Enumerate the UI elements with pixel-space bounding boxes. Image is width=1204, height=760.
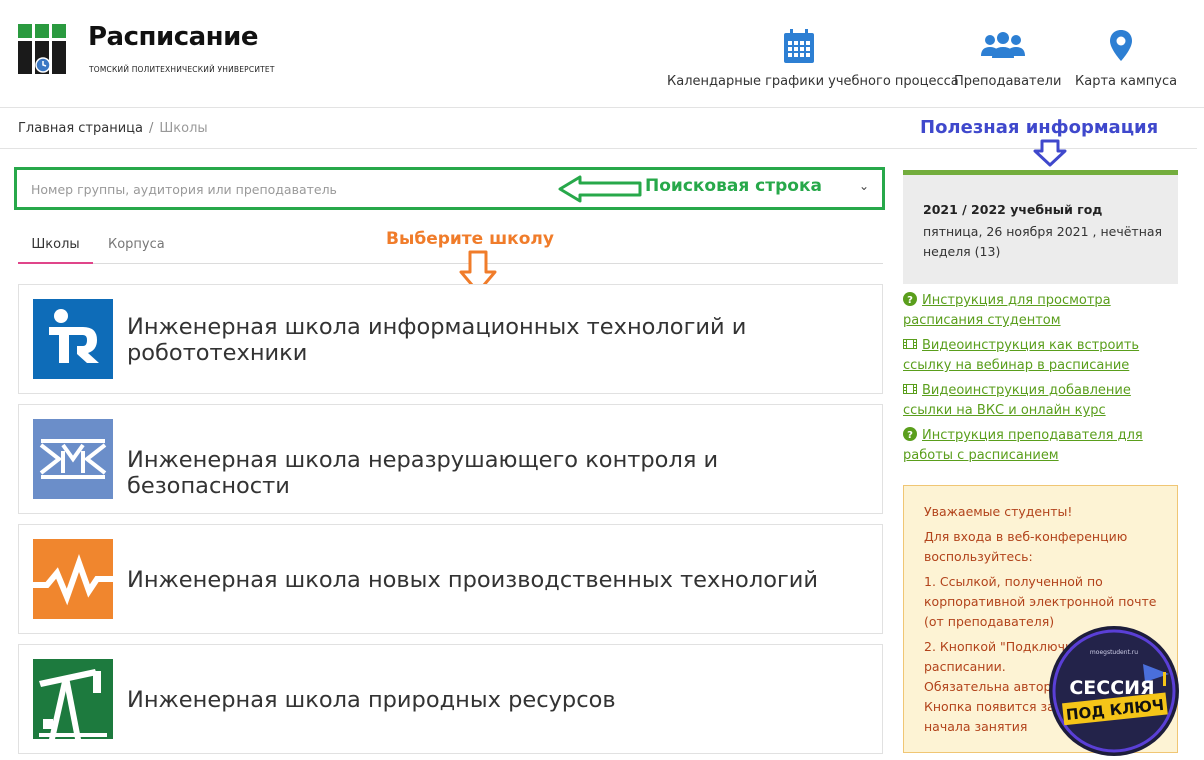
session-badge-logo-icon: moegstudent.ru СЕССИЯ ПОД КЛЮЧ: [1049, 626, 1179, 756]
school-name[interactable]: Инженерная школа неразрушающего контроля…: [127, 447, 882, 499]
search-annotation: Поисковая строка: [645, 176, 822, 196]
users-icon: [980, 32, 1025, 58]
choose-school-annotation: Выберите школу: [386, 229, 554, 249]
school-ndt-logo-icon: [33, 419, 113, 499]
calendar-icon: [784, 29, 814, 63]
school-name[interactable]: Инженерная школа новых производственных …: [127, 567, 818, 593]
question-circle-icon: ?: [903, 292, 917, 306]
link-student-instruction[interactable]: ? Инструкция для просмотра расписания сту…: [903, 291, 1183, 331]
school-natural-resources-logo-icon: [33, 659, 113, 739]
question-circle-icon: ?: [903, 427, 917, 441]
divider: [0, 148, 1197, 149]
svg-text:?: ?: [907, 430, 913, 441]
video-film-icon: [903, 384, 917, 394]
link-video-vks[interactable]: Видеоинструкция добавление ссылки на ВКС…: [903, 381, 1183, 421]
link-label[interactable]: Инструкция преподавателя для работы с ра…: [903, 428, 1143, 463]
school-it-robotics-logo-icon: [33, 299, 113, 379]
school-name[interactable]: Инженерная школа информационных технолог…: [127, 314, 882, 366]
notice-greeting: Уважаемые студенты!: [924, 504, 1073, 519]
notice-intro: Для входа в веб-конференцию воспользуйте…: [924, 529, 1128, 564]
link-video-webinar[interactable]: Видеоинструкция как встроить ссылку на в…: [903, 336, 1183, 376]
link-label[interactable]: Инструкция для просмотра расписания студ…: [903, 293, 1111, 328]
notice-item: 1. Ссылкой, полученной по корпоративной …: [924, 574, 1157, 629]
search-input[interactable]: [31, 180, 551, 198]
school-card[interactable]: Инженерная школа информационных технолог…: [18, 284, 883, 394]
breadcrumb: Главная страница / Школы: [18, 121, 208, 136]
link-label[interactable]: Видеоинструкция добавление ссылки на ВКС…: [903, 383, 1131, 418]
tab-buildings[interactable]: Корпуса: [108, 237, 165, 252]
school-card[interactable]: Инженерная школа неразрушающего контроля…: [18, 404, 883, 514]
app-title[interactable]: Расписание: [88, 22, 258, 52]
arrow-down-annotation-icon: [1033, 139, 1067, 167]
nav-campus-map[interactable]: Карта кампуса: [1075, 28, 1177, 89]
school-manufacturing-logo-icon: [33, 539, 113, 619]
academic-year-title: 2021 / 2022 учебный год: [923, 202, 1103, 217]
map-pin-icon: [1110, 30, 1132, 61]
app-subtitle: ТОМСКИЙ ПОЛИТЕХНИЧЕСКИЙ УНИВЕРСИТЕТ: [89, 65, 275, 74]
search-box[interactable]: Поисковая строка ⌄: [14, 167, 885, 210]
badge-site: moegstudent.ru: [1090, 649, 1138, 656]
nav-map-label: Карта кампуса: [1075, 74, 1178, 89]
breadcrumb-separator: /: [149, 121, 154, 136]
nav-calendar-label: Календарные графики учебного процесса: [667, 74, 959, 89]
nav-teachers-label: Преподаватели: [954, 74, 1062, 89]
chevron-down-icon[interactable]: ⌄: [859, 179, 869, 193]
nav-teachers[interactable]: Преподаватели: [954, 28, 1061, 89]
logo-icon[interactable]: [18, 24, 66, 74]
breadcrumb-current: Школы: [159, 121, 208, 136]
useful-info-annotation: Полезная информация: [920, 117, 1159, 138]
school-card[interactable]: Инженерная школа новых производственных …: [18, 524, 883, 634]
current-date: пятница, 26 ноября 2021 , нечётная недел…: [923, 224, 1163, 259]
video-film-icon: [903, 339, 917, 349]
header: Расписание ТОМСКИЙ ПОЛИТЕХНИЧЕСКИЙ УНИВЕ…: [0, 0, 1204, 108]
link-label[interactable]: Видеоинструкция как встроить ссылку на в…: [903, 338, 1139, 373]
arrow-left-annotation-icon: [558, 175, 642, 203]
tab-schools[interactable]: Школы: [18, 237, 93, 264]
svg-text:?: ?: [907, 295, 913, 306]
breadcrumb-home-link[interactable]: Главная страница: [18, 121, 143, 136]
nav-calendar-schedules[interactable]: Календарные графики учебного процесса: [667, 28, 959, 89]
academic-year-panel: 2021 / 2022 учебный год пятница, 26 нояб…: [903, 170, 1178, 284]
school-name[interactable]: Инженерная школа природных ресурсов: [127, 687, 616, 713]
school-card[interactable]: Инженерная школа природных ресурсов: [18, 644, 883, 754]
link-teacher-instruction[interactable]: ? Инструкция преподавателя для работы с р…: [903, 426, 1183, 466]
